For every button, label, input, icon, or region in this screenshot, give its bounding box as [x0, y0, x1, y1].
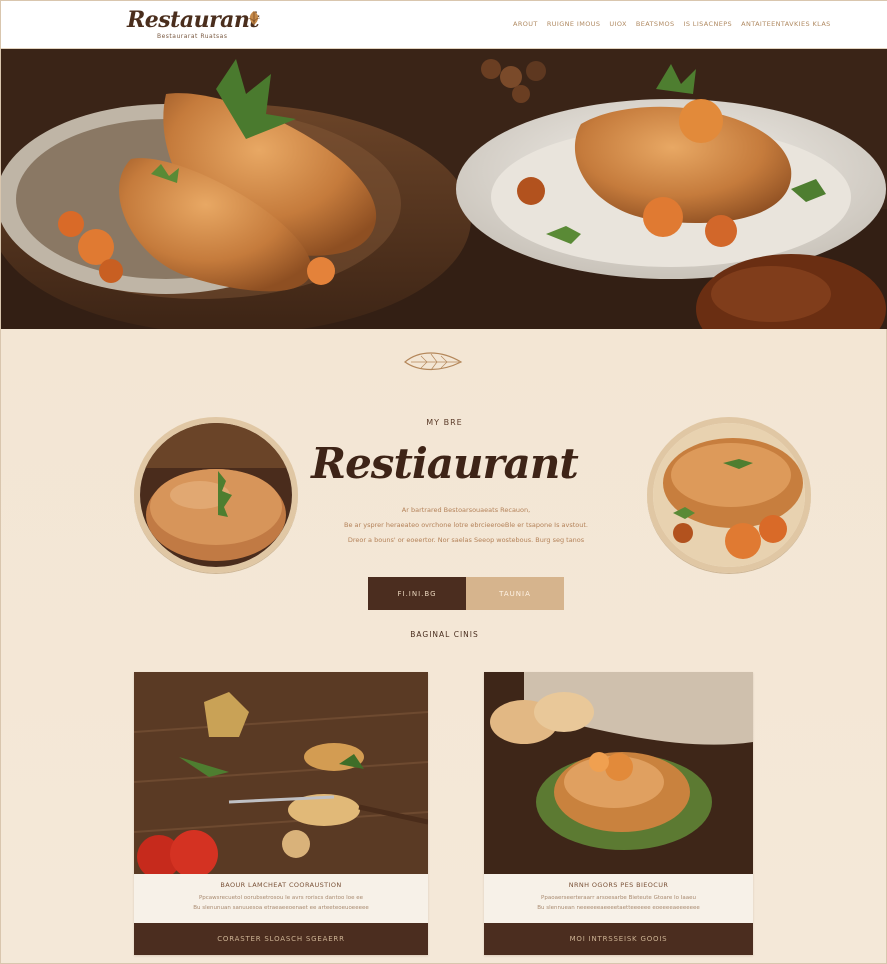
nav-item-5[interactable]: Is Lisacneps [684, 20, 733, 28]
logo-text: Restaurant [127, 7, 260, 33]
entree-photo [484, 672, 753, 874]
nav-item-4[interactable]: Beatsmos [636, 20, 675, 28]
logo-tagline: Bestaurarat Ruatsas [157, 33, 228, 40]
card-title: Nrnh Ogors Pes Bieocur [568, 881, 669, 889]
leaf-icon [247, 11, 261, 25]
logo[interactable]: Restaurant Bestaurarat Ruatsas [127, 7, 267, 43]
site-header: Restaurant Bestaurarat Ruatsas Arout Rui… [1, 1, 887, 49]
leaf-ornament-icon [404, 352, 463, 371]
nav-item-menu[interactable]: Ruigne Imous [547, 20, 601, 28]
appetizer-photo [134, 672, 428, 874]
main-nav: Arout Ruigne Imous Uiox Beatsmos Is Lisa… [513, 20, 831, 28]
hero-food-illustration [1, 49, 887, 329]
card-left: Baour Lamcheat Cooraustion Ppcawsrecueto… [134, 672, 428, 955]
intro-desc-line-1: Ar bartrared Bestoarsouaeats Recauon, [401, 506, 531, 514]
nav-item-6[interactable]: Antaiteentavkies Klas [741, 20, 831, 28]
primary-button[interactable]: Fi.ini.Bg [368, 577, 466, 610]
intro-desc-line-3: Dreor a bouns' or eoeertor. Nor saelas S… [347, 536, 585, 544]
card-right: Nrnh Ogors Pes Bieocur Ppaoaerseerteraar… [484, 672, 753, 955]
card-desc-line: Ppcawsrecuetol oorubsetrosou Ie avrs ror… [198, 895, 364, 901]
pastry-photo [140, 423, 292, 567]
card-right-image [484, 672, 753, 874]
nav-item-3[interactable]: Uiox [609, 20, 626, 28]
card-left-image [134, 672, 428, 874]
hero-image [1, 49, 887, 329]
round-photo-left [134, 417, 298, 573]
card-title: Baour Lamcheat Cooraustion [220, 881, 342, 889]
nav-item-about[interactable]: Arout [513, 20, 538, 28]
section-label: Baginal cinis [410, 630, 479, 639]
card-desc-line: Ppaoaerseerteraarr arsoesarbe Bieteute G… [541, 895, 696, 901]
page: Restaurant Bestaurarat Ruatsas Arout Rui… [0, 0, 887, 964]
card-desc-line: Bu slennuean neeeeeeaeeeetaetteeeeee eoe… [537, 905, 700, 911]
secondary-button[interactable]: Taunia [466, 577, 564, 610]
round-photo-right [647, 417, 811, 573]
intro-desc-line-2: Be ar ysprer heraeateo ovrchone lotre eb… [343, 521, 588, 529]
card-desc-line: Bu slenunuan sanuuesoa etraeaeeoenaet ee… [193, 905, 369, 911]
dish-photo [653, 423, 805, 567]
card-button[interactable]: Moi Intrsseisk Goois [484, 923, 753, 955]
card-button[interactable]: Coraster Sloasch Sgeaerr [134, 923, 428, 955]
